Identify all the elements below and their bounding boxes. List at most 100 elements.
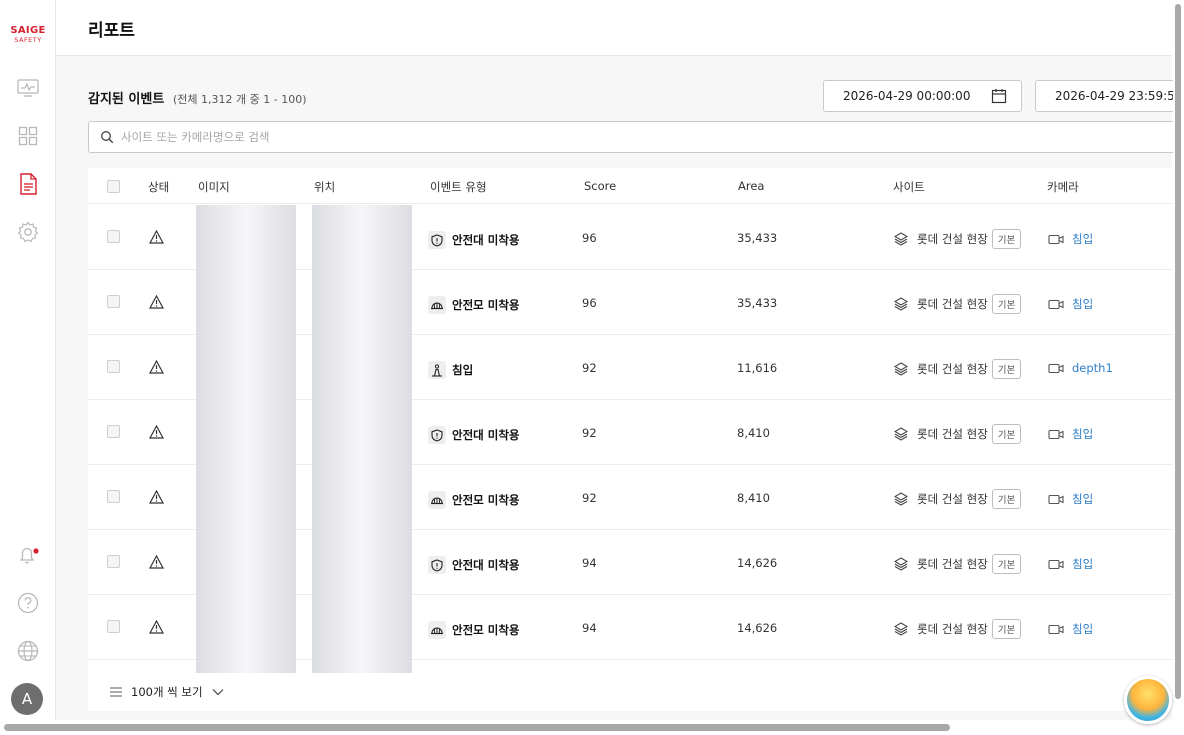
row-checkbox[interactable] — [107, 295, 120, 308]
table-row[interactable]: 안전모 미착용 92 8,410 롯데 건설 현장 기본 침입 — [88, 465, 1184, 530]
site-name: 롯데 건설 현장 — [917, 297, 988, 311]
row-checkbox[interactable] — [107, 490, 120, 503]
camera-icon — [1048, 234, 1064, 244]
camera-link[interactable]: 침입 — [1048, 426, 1093, 442]
horizontal-scroll-thumb[interactable] — [4, 724, 950, 731]
assistant-button[interactable] — [1124, 676, 1172, 724]
camera-link[interactable]: 침입 — [1048, 231, 1093, 247]
help-button[interactable] — [16, 591, 40, 615]
list-icon — [110, 687, 122, 697]
column-header-camera[interactable]: 카메라 — [1047, 179, 1079, 195]
column-header-score[interactable]: Score — [584, 179, 616, 193]
vertical-scroll-thumb[interactable] — [1175, 4, 1181, 699]
search-input[interactable] — [121, 122, 1021, 152]
camera-link[interactable]: 침입 — [1048, 296, 1093, 312]
helmet-icon — [428, 621, 446, 639]
warning-icon — [148, 294, 165, 312]
table-row[interactable]: 안전모 미착용 96 35,433 롯데 건설 현장 기본 침입 — [88, 270, 1184, 335]
location-image-thumbnail[interactable] — [312, 270, 412, 335]
site-badge: 기본 — [991, 229, 1022, 249]
logo[interactable]: SAIGE SAFETY — [0, 25, 56, 45]
camera-icon — [1048, 363, 1064, 373]
warning-icon — [148, 229, 165, 247]
table-row[interactable]: 안전대 미착용 92 8,410 롯데 건설 현장 기본 침입 — [88, 400, 1184, 465]
layers-icon — [894, 297, 908, 311]
location-image-thumbnail[interactable] — [312, 595, 412, 660]
location-image-thumbnail[interactable] — [312, 465, 412, 530]
table-row[interactable]: 침입 92 11,616 롯데 건설 현장 기본 depth1 — [88, 335, 1184, 400]
search-bar[interactable] — [88, 121, 1184, 153]
location-image-thumbnail[interactable] — [312, 530, 412, 595]
event-image-thumbnail[interactable] — [196, 205, 296, 270]
warning-icon — [148, 554, 165, 572]
column-header-event-type[interactable]: 이벤트 유형 — [430, 179, 487, 195]
start-date-input[interactable]: 2026-04-29 00:00:00 — [823, 80, 1022, 112]
horizontal-scrollbar[interactable] — [0, 720, 1173, 735]
sidebar: SAIGE SAFETY A — [0, 0, 56, 735]
row-checkbox[interactable] — [107, 360, 120, 373]
column-header-image[interactable]: 이미지 — [198, 179, 230, 195]
table-row[interactable]: 안전대 미착용 94 14,626 롯데 건설 현장 기본 침입 — [88, 530, 1184, 595]
language-button[interactable] — [16, 639, 40, 663]
camera-name: 침입 — [1072, 297, 1094, 311]
event-image-thumbnail[interactable] — [196, 400, 296, 465]
report-icon — [20, 173, 37, 195]
column-header-area[interactable]: Area — [738, 179, 764, 193]
vertical-scrollbar[interactable] — [1173, 0, 1184, 735]
site-name: 롯데 건설 현장 — [917, 232, 988, 246]
score-value: 96 — [582, 231, 597, 245]
event-image-thumbnail[interactable] — [196, 270, 296, 335]
event-image-thumbnail[interactable] — [196, 530, 296, 595]
settings-icon — [17, 221, 39, 243]
camera-icon — [1048, 429, 1064, 439]
select-all-checkbox[interactable] — [107, 180, 120, 193]
site-badge: 기본 — [991, 424, 1022, 444]
event-type-label: 안전대 미착용 — [452, 558, 520, 572]
column-header-status[interactable]: 상태 — [148, 179, 169, 195]
logo-subtext: SAFETY — [14, 36, 42, 44]
page-title: 리포트 — [88, 21, 135, 41]
table-row[interactable]: 안전대 미착용 96 35,433 롯데 건설 현장 기본 침입 — [88, 205, 1184, 270]
start-date-value: 2026-04-29 00:00:00 — [843, 89, 971, 103]
row-checkbox[interactable] — [107, 555, 120, 568]
per-page-select[interactable]: 100개 씩 보기 — [110, 684, 224, 700]
end-date-input[interactable]: 2026-04-29 23:59:59 — [1035, 80, 1184, 112]
sidebar-item-monitor[interactable] — [16, 76, 40, 100]
per-page-label: 100개 씩 보기 — [131, 685, 203, 699]
event-type: 안전대 미착용 — [428, 231, 519, 249]
camera-link[interactable]: depth1 — [1048, 361, 1113, 375]
camera-name: 침입 — [1072, 557, 1094, 571]
column-header-location[interactable]: 위치 — [314, 179, 335, 195]
event-image-thumbnail[interactable] — [196, 335, 296, 400]
table-row[interactable]: 안전모 미착용 94 14,626 롯데 건설 현장 기본 침입 — [88, 595, 1184, 660]
row-checkbox[interactable] — [107, 425, 120, 438]
area-value: 35,433 — [737, 231, 778, 245]
camera-link[interactable]: 침입 — [1048, 621, 1093, 637]
search-icon — [101, 131, 114, 144]
sidebar-item-dashboard[interactable] — [16, 124, 40, 148]
camera-link[interactable]: 침입 — [1048, 491, 1093, 507]
helmet-icon — [428, 296, 446, 314]
notifications-button[interactable] — [16, 543, 40, 567]
avatar[interactable]: A — [11, 683, 43, 715]
site-badge: 기본 — [991, 489, 1022, 509]
camera-name: depth1 — [1072, 361, 1113, 375]
sidebar-item-report[interactable] — [16, 172, 40, 196]
location-image-thumbnail[interactable] — [312, 400, 412, 465]
column-header-site[interactable]: 사이트 — [893, 179, 925, 195]
event-image-thumbnail[interactable] — [196, 595, 296, 660]
logo-text: SAIGE — [10, 25, 46, 36]
camera-link[interactable]: 침입 — [1048, 556, 1093, 572]
row-checkbox[interactable] — [107, 230, 120, 243]
globe-icon — [17, 640, 39, 662]
area-value: 14,626 — [737, 556, 778, 570]
location-image-thumbnail[interactable] — [312, 205, 412, 270]
sidebar-item-settings[interactable] — [16, 220, 40, 244]
monitor-icon — [17, 79, 39, 97]
score-value: 94 — [582, 621, 597, 635]
location-image-thumbnail[interactable] — [312, 335, 412, 400]
event-image-thumbnail[interactable] — [196, 465, 296, 530]
site-badge: 기본 — [991, 619, 1022, 639]
grid-icon — [18, 126, 38, 146]
row-checkbox[interactable] — [107, 620, 120, 633]
